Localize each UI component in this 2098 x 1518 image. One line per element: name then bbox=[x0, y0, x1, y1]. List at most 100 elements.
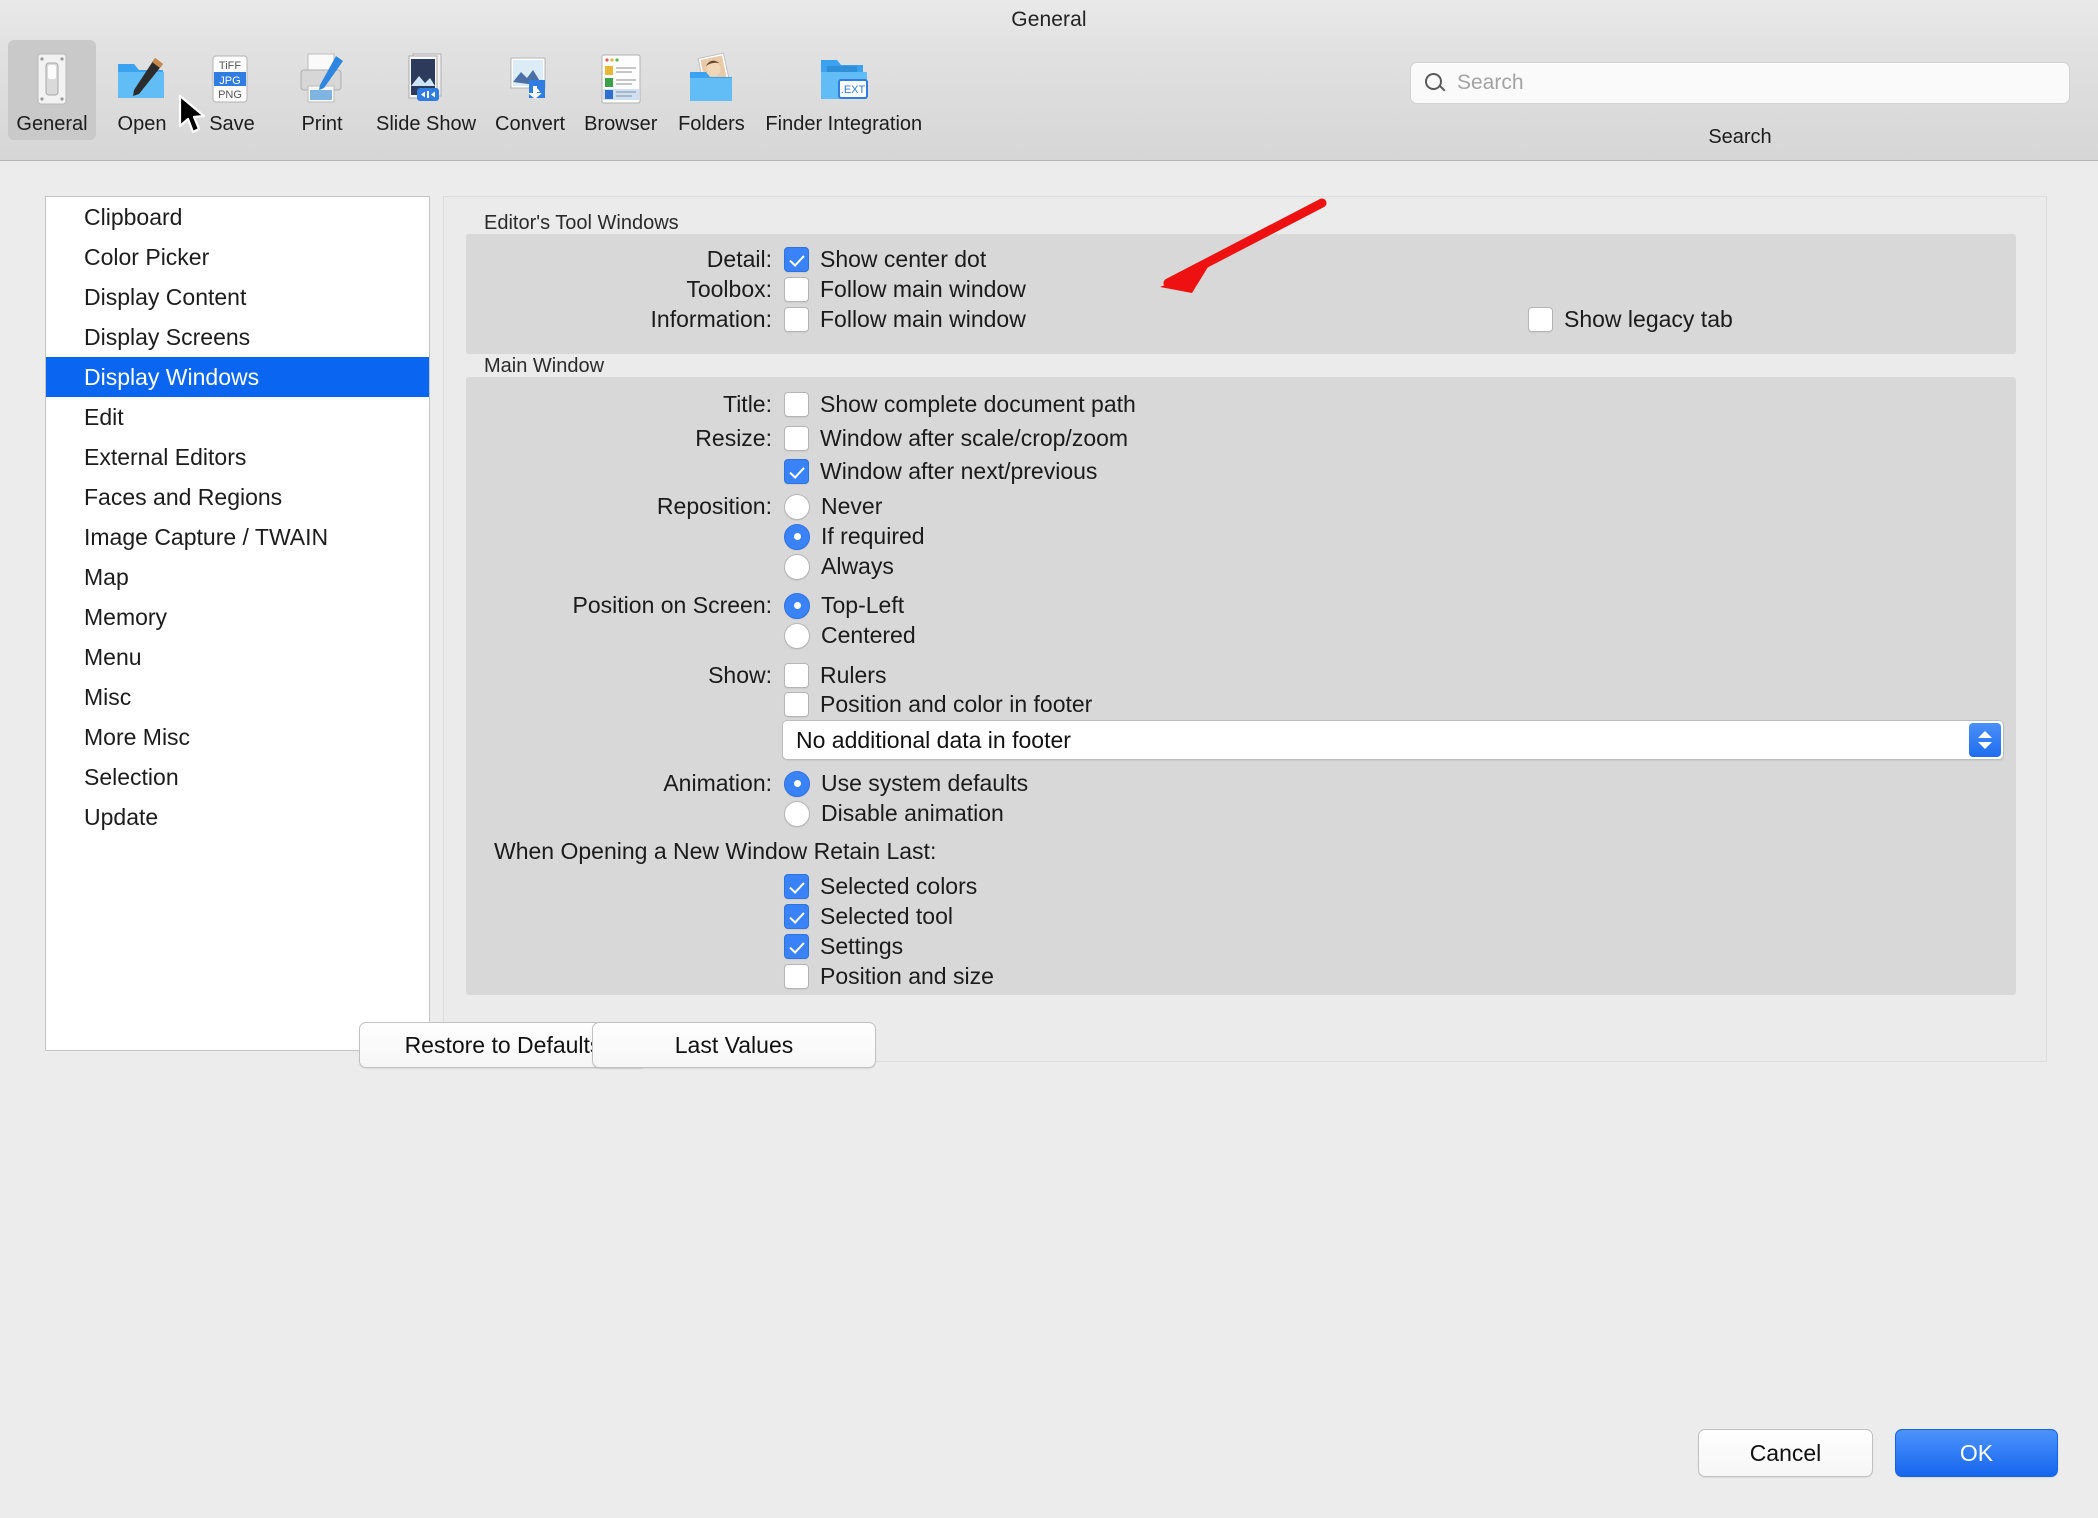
title-row: Title: Show complete document path bbox=[466, 391, 1136, 418]
sidebar-item-update[interactable]: Update bbox=[46, 797, 429, 837]
toolbar-item-finder-integration[interactable]: .EXT Finder Integration bbox=[757, 40, 930, 140]
sidebar-item-display-content[interactable]: Display Content bbox=[46, 277, 429, 317]
window-after-scale-crop-zoom-checkbox[interactable] bbox=[784, 426, 809, 451]
information-row: Information: Follow main window bbox=[466, 306, 1026, 333]
search-icon bbox=[1423, 71, 1447, 95]
window-titlebar: General bbox=[0, 0, 2098, 40]
show-legacy-tab-checkbox[interactable] bbox=[1528, 307, 1553, 332]
rulers-checkbox[interactable] bbox=[784, 663, 809, 688]
toolbar-items: General Open TiFF JPG PNG Save Print Sli… bbox=[8, 40, 932, 140]
sidebar-item-map[interactable]: Map bbox=[46, 557, 429, 597]
position-and-color-in-footer-checkbox[interactable] bbox=[784, 692, 809, 717]
retain-row-position-size: Position and size bbox=[784, 963, 994, 990]
sidebar-item-color-picker[interactable]: Color Picker bbox=[46, 237, 429, 277]
convert-icon bbox=[499, 50, 561, 108]
show-legacy-tab-label: Show legacy tab bbox=[1564, 306, 1733, 332]
retain-position-and-size-label: Position and size bbox=[820, 963, 994, 989]
reposition-if-required-radio[interactable] bbox=[784, 523, 810, 550]
animation-label: Animation: bbox=[663, 770, 772, 796]
show-complete-document-path-checkbox[interactable] bbox=[784, 392, 809, 417]
show-label: Show: bbox=[708, 662, 772, 688]
toolbar-item-save[interactable]: TiFF JPG PNG Save bbox=[188, 40, 276, 140]
toolbar-item-convert[interactable]: Convert bbox=[486, 40, 574, 140]
position-on-screen-label: Position on Screen: bbox=[572, 592, 772, 618]
svg-text:PNG: PNG bbox=[218, 89, 242, 101]
animation-row-disable: Disable animation bbox=[784, 800, 1004, 827]
reposition-always-radio[interactable] bbox=[784, 553, 810, 580]
window-after-next-previous-label: Window after next/previous bbox=[820, 458, 1098, 484]
animation-use-system-defaults-label: Use system defaults bbox=[821, 770, 1029, 796]
toolbar-item-label: Browser bbox=[584, 113, 658, 135]
retain-position-and-size-checkbox[interactable] bbox=[784, 964, 809, 989]
reposition-never-radio[interactable] bbox=[784, 493, 810, 520]
browser-list-icon bbox=[590, 50, 652, 108]
animation-disable-radio[interactable] bbox=[784, 800, 810, 827]
resize-row: Resize: Window after scale/crop/zoom bbox=[466, 425, 1128, 452]
title-label: Title: bbox=[723, 391, 772, 417]
detail-label: Detail: bbox=[706, 246, 772, 272]
footer-data-select-value: No additional data in footer bbox=[796, 726, 1071, 753]
slideshow-icon bbox=[395, 50, 457, 108]
sidebar-item-clipboard[interactable]: Clipboard bbox=[46, 197, 429, 237]
show-row-rulers: Show: Rulers bbox=[466, 662, 886, 689]
updown-chevrons-icon[interactable] bbox=[1969, 723, 2001, 757]
retain-settings-label: Settings bbox=[820, 933, 904, 959]
category-list[interactable]: Clipboard Color Picker Display Content D… bbox=[45, 196, 430, 1051]
sidebar-item-display-windows[interactable]: Display Windows bbox=[46, 357, 429, 397]
position-on-screen-row-top-left: Position on Screen: Top-Left bbox=[466, 592, 904, 619]
rulers-label: Rulers bbox=[820, 662, 887, 688]
footer-data-select[interactable]: No additional data in footer bbox=[782, 720, 2004, 760]
toolbar-item-label: Print bbox=[301, 113, 343, 135]
retain-selected-colors-checkbox[interactable] bbox=[784, 874, 809, 899]
main-window-group: Title: Show complete document path Resiz… bbox=[466, 377, 2016, 995]
retain-settings-checkbox[interactable] bbox=[784, 934, 809, 959]
sidebar-item-display-screens[interactable]: Display Screens bbox=[46, 317, 429, 357]
legacy-tab-row: Show legacy tab bbox=[1528, 306, 1733, 333]
settings-panel: Editor's Tool Windows Detail: Show cente… bbox=[359, 196, 2047, 1068]
sidebar-item-external-editors[interactable]: External Editors bbox=[46, 437, 429, 477]
information-follow-main-window-checkbox[interactable] bbox=[784, 307, 809, 332]
reposition-never-label: Never bbox=[821, 493, 883, 519]
sidebar-item-edit[interactable]: Edit bbox=[46, 397, 429, 437]
position-top-left-radio[interactable] bbox=[784, 592, 810, 619]
toolbar-item-print[interactable]: Print bbox=[278, 40, 366, 140]
folders-photos-icon bbox=[680, 50, 742, 108]
show-row-position-color-footer: Position and color in footer bbox=[784, 691, 1092, 718]
reposition-always-label: Always bbox=[821, 553, 894, 579]
toolbar-item-label: Finder Integration bbox=[765, 113, 923, 135]
toolbar-item-browser[interactable]: Browser bbox=[576, 40, 665, 140]
sidebar-item-more-misc[interactable]: More Misc bbox=[46, 717, 429, 757]
toolbox-follow-main-window-checkbox[interactable] bbox=[784, 277, 809, 302]
show-complete-document-path-label: Show complete document path bbox=[820, 391, 1136, 417]
sidebar-item-selection[interactable]: Selection bbox=[46, 757, 429, 797]
toolbar-item-open[interactable]: Open bbox=[98, 40, 186, 140]
animation-disable-label: Disable animation bbox=[821, 800, 1004, 826]
position-top-left-label: Top-Left bbox=[821, 592, 905, 618]
toolbar-item-folders[interactable]: Folders bbox=[667, 40, 755, 140]
show-center-dot-checkbox[interactable] bbox=[784, 247, 809, 272]
ok-button[interactable]: OK bbox=[1895, 1429, 2058, 1477]
sidebar-item-memory[interactable]: Memory bbox=[46, 597, 429, 637]
search-input[interactable] bbox=[1455, 70, 2041, 96]
position-centered-label: Centered bbox=[821, 622, 916, 648]
cancel-button[interactable]: Cancel bbox=[1698, 1429, 1873, 1477]
position-and-color-in-footer-label: Position and color in footer bbox=[820, 691, 1093, 717]
sidebar-item-misc[interactable]: Misc bbox=[46, 677, 429, 717]
window-title: General bbox=[1011, 8, 1087, 31]
reposition-row-if-required: If required bbox=[784, 523, 925, 550]
sidebar-item-menu[interactable]: Menu bbox=[46, 637, 429, 677]
file-formats-icon: TiFF JPG PNG bbox=[201, 50, 263, 108]
toolbar-item-general[interactable]: General bbox=[8, 40, 96, 140]
sidebar-item-faces-and-regions[interactable]: Faces and Regions bbox=[46, 477, 429, 517]
animation-use-system-defaults-radio[interactable] bbox=[784, 770, 810, 797]
toolbar-item-slideshow[interactable]: Slide Show bbox=[368, 40, 484, 140]
sidebar-item-image-capture-twain[interactable]: Image Capture / TWAIN bbox=[46, 517, 429, 557]
search-field[interactable] bbox=[1410, 62, 2070, 104]
last-values-button[interactable]: Last Values bbox=[592, 1022, 876, 1068]
finder-ext-icon: .EXT bbox=[813, 50, 875, 108]
retain-selected-tool-checkbox[interactable] bbox=[784, 904, 809, 929]
position-centered-radio[interactable] bbox=[784, 622, 810, 649]
window-after-next-previous-checkbox[interactable] bbox=[784, 459, 809, 484]
svg-text:TiFF: TiFF bbox=[219, 60, 241, 72]
reposition-if-required-label: If required bbox=[821, 523, 925, 549]
